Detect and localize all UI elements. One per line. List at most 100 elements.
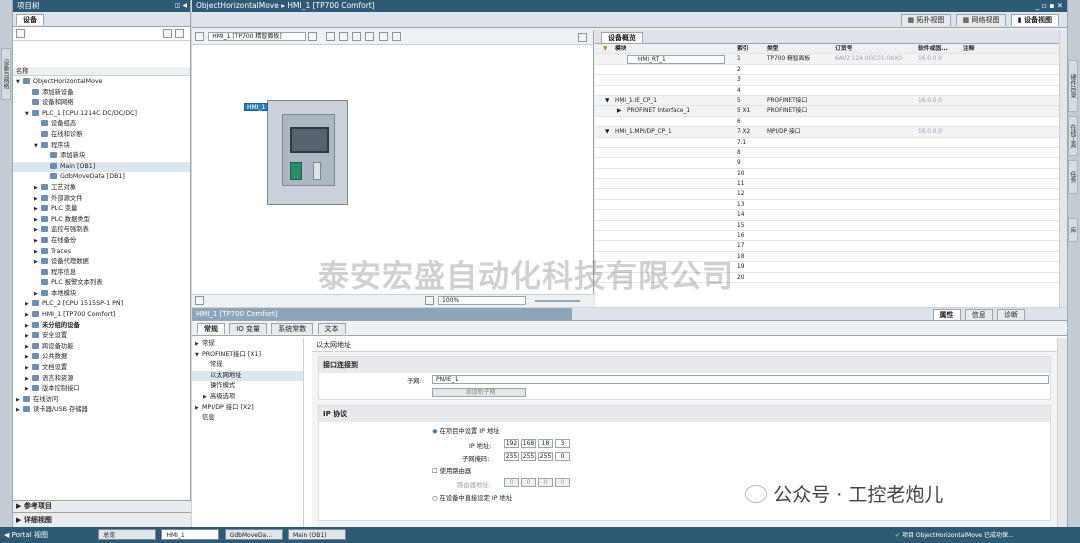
tab-io-tags[interactable]: IO 变量 <box>229 323 268 334</box>
overview-row[interactable]: 13 <box>595 200 1059 211</box>
tree-item[interactable]: ▶ PLC 数据类型 <box>13 215 190 226</box>
tree-item[interactable]: ▶ 监控与强制表 <box>13 225 190 236</box>
expand-arrow-icon[interactable]: ▶ <box>25 374 32 385</box>
overview-row[interactable]: ▼ HMI_1.MPI/DP_CP_1 7 X2 MPI/DP 接口 16.0.0.0 <box>595 127 1059 138</box>
table-toggle-icon[interactable] <box>578 33 587 42</box>
overview-row[interactable]: 3 <box>595 75 1059 86</box>
zoom-slider[interactable] <box>535 300 580 302</box>
tree-item[interactable]: 在线和诊断 <box>13 130 190 141</box>
overview-row[interactable]: 2 <box>595 65 1059 76</box>
overview-row[interactable]: 8 <box>595 148 1059 159</box>
expand-arrow-icon[interactable]: ▶ <box>25 363 32 374</box>
mask-octet-4[interactable]: 0 <box>555 452 570 461</box>
ip-octet-4[interactable]: 3 <box>555 439 570 448</box>
table-icon[interactable] <box>365 32 375 41</box>
tree-item[interactable]: ▶ 安全设置 <box>13 331 190 342</box>
tree-item[interactable]: 添加新设备 <box>13 88 190 99</box>
sidebar-tab-online-tools[interactable]: 在线工具 <box>1068 116 1078 156</box>
tree-item[interactable]: ▼ ObjectHorizontalMove <box>13 77 190 88</box>
device-select[interactable]: HMI_1 [TP700 精智面板] <box>208 32 307 41</box>
expand-arrow-icon[interactable]: ▶ <box>25 342 32 353</box>
tab-general[interactable]: 常规 <box>197 323 225 334</box>
device-view-icon[interactable] <box>195 32 204 41</box>
subnet-mask-field[interactable]: 255 255 255 0 <box>504 452 572 461</box>
overview-scrollbar[interactable] <box>1059 30 1067 307</box>
col-order[interactable]: 订货号 <box>835 44 852 54</box>
expand-arrow-icon[interactable]: ▶ <box>34 215 41 226</box>
col-type[interactable]: 类型 <box>767 44 779 54</box>
tab-properties[interactable]: 属性 <box>932 309 961 320</box>
cell-module[interactable]: PROFINET Interface_1 <box>627 106 733 116</box>
taskbar-overview[interactable]: 总览 <box>98 529 157 540</box>
tree-item[interactable]: PLC 报警文本列表 <box>13 278 190 289</box>
row-arrow-icon[interactable]: ▼ <box>605 127 609 137</box>
device-rack[interactable]: HMI_1 <box>244 100 348 205</box>
reference-projects-section[interactable]: ▶ 参考项目 <box>13 500 191 512</box>
ip-octet-3[interactable]: 18 <box>538 439 553 448</box>
device-label[interactable]: HMI_1 <box>244 103 269 111</box>
tree-item[interactable]: ▶ 语言和资源 <box>13 374 190 385</box>
overview-row[interactable]: 10 <box>595 169 1059 180</box>
expand-arrow-icon[interactable]: ▼ <box>25 109 32 120</box>
expand-arrow-icon[interactable]: ▶ <box>34 247 41 258</box>
scroll-right-icon[interactable] <box>425 296 434 305</box>
tree-item[interactable]: 设备组态 <box>13 119 190 130</box>
properties-nav-item[interactable]: ▶ 高级选项 <box>192 392 303 403</box>
tree-item[interactable]: ▶ 工艺对象 <box>13 183 190 194</box>
device-icon[interactable] <box>16 29 25 38</box>
dropdown-icon[interactable] <box>308 32 318 41</box>
expand-arrow-icon[interactable]: ▼ <box>34 141 41 152</box>
ip-address-field[interactable]: 192 168 18 3 <box>504 439 572 448</box>
col-comment[interactable]: 注释 <box>963 44 975 54</box>
overview-row[interactable]: ▼ HMI_1.IE_CP_1 5 PROFINET接口 16.0.0.0 <box>595 95 1059 107</box>
sidebar-tab-hardware-catalog[interactable]: 硬件目录 <box>1068 60 1078 112</box>
zoom-icon[interactable] <box>391 32 401 41</box>
router-octet-4[interactable]: 0 <box>555 478 570 487</box>
overview-row[interactable]: 9 <box>595 158 1059 169</box>
tab-info[interactable]: 信息 <box>964 309 993 320</box>
tab-diagnostics[interactable]: 诊断 <box>997 309 1025 320</box>
col-firmware[interactable]: 软件或固... <box>918 44 948 54</box>
tree-item[interactable]: ▶ Traces <box>13 247 190 258</box>
nav-arrow-icon[interactable]: ▶ <box>195 339 202 350</box>
taskbar-hmi[interactable]: HMI_1 <box>161 529 220 540</box>
tree-item[interactable]: GdbMoveData [DB1] <box>13 172 190 183</box>
properties-nav-item[interactable]: 信息 <box>192 413 303 424</box>
window-controls-icon[interactable]: _ ▫ ▪ ✕ <box>1036 0 1063 12</box>
properties-nav-item[interactable]: ▶ MPI/DP 接口 [X2] <box>192 403 303 414</box>
tree-item[interactable]: 程序信息 <box>13 268 190 279</box>
tab-device-view[interactable]: ▮ 设备视图 <box>1010 14 1059 26</box>
list-view-icon[interactable] <box>163 29 172 38</box>
zoom-select[interactable]: 100% <box>438 296 526 305</box>
overview-row[interactable]: ▶ PROFINET Interface_1 5 X1 PROFINET接口 <box>595 106 1059 117</box>
mask-octet-3[interactable]: 255 <box>538 452 553 461</box>
tree-item[interactable]: 添加新块 <box>13 151 190 162</box>
tree-item[interactable]: ▶ 外部源文件 <box>13 194 190 205</box>
nav-arrow-icon[interactable]: ▶ <box>195 403 202 414</box>
use-router-checkbox[interactable]: ☐ 使用路由器 <box>432 466 471 475</box>
breadcrumb-device[interactable]: HMI_1 [TP700 Comfort] <box>287 1 374 10</box>
detail-view-section[interactable]: ▶ 详细视图 <box>13 512 191 527</box>
ip-octet-1[interactable]: 192 <box>504 439 519 448</box>
tree-item[interactable]: ▶ PLC_2 [CPU 1515SP-1 PN] <box>13 299 190 310</box>
expand-arrow-icon[interactable]: ▶ <box>34 225 41 236</box>
tree-item[interactable]: ▶ 未分组的设备 <box>13 321 190 332</box>
mask-octet-2[interactable]: 255 <box>521 452 536 461</box>
expand-arrow-icon[interactable]: ▼ <box>16 77 23 88</box>
tab-texts[interactable]: 文本 <box>317 323 346 334</box>
tab-system-constants[interactable]: 系统常数 <box>271 323 314 334</box>
overview-row[interactable]: 6 <box>595 117 1059 128</box>
overview-row[interactable]: HMI_RT_1 1 TP700 精智面板 6AV2 124-0GC01-0AX0 16… <box>595 54 1059 65</box>
properties-nav-item[interactable]: 以太网地址 <box>192 370 303 382</box>
properties-nav-item[interactable]: 常规 <box>192 360 303 371</box>
portal-view-button[interactable]: ◀ Portal 视图 <box>4 530 96 540</box>
overview-row[interactable]: 7.1 <box>595 138 1059 148</box>
properties-nav-item[interactable]: ▼ PROFINET接口 [X1] <box>192 350 303 361</box>
layout-icon[interactable] <box>378 32 388 41</box>
properties-nav-item[interactable]: ▶ 常规 <box>192 339 303 350</box>
tree-item[interactable]: ▶ 读卡器/USB 存储器 <box>13 405 190 416</box>
breadcrumb-project[interactable]: ObjectHorizontalMove <box>196 1 279 10</box>
overview-row[interactable]: 4 <box>595 86 1059 96</box>
taskbar-gdbmovedata[interactable]: GdbMoveDa... <box>224 529 283 540</box>
overview-row[interactable]: 15 <box>595 221 1059 232</box>
